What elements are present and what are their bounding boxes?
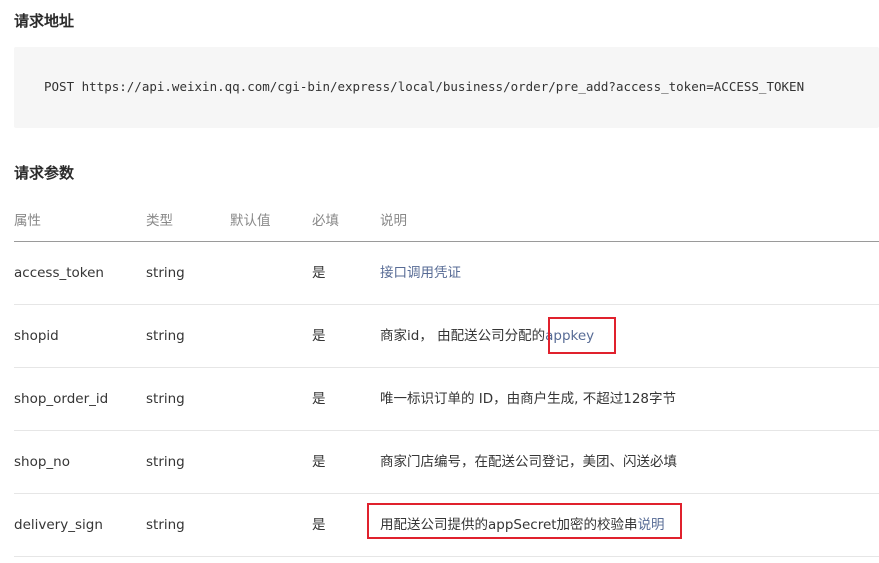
param-description-text: 用配送公司提供的appSecret加密的校验串: [380, 517, 638, 533]
table-row: shopid string 是 商家id， 由配送公司分配的appkey: [14, 305, 879, 368]
param-required: 是: [312, 328, 326, 344]
request-address-heading: 请求地址: [14, 12, 75, 30]
header-name: 属性: [14, 213, 41, 229]
param-name: shop_no: [14, 454, 70, 470]
param-type: string: [146, 328, 185, 344]
table-row: access_token string 是 接口调用凭证: [14, 242, 879, 305]
header-description: 说明: [380, 213, 407, 229]
param-description: 商家id， 由配送公司分配的appkey: [380, 326, 594, 346]
header-required: 必填: [312, 213, 339, 229]
header-default: 默认值: [230, 213, 271, 229]
param-required: 是: [312, 391, 326, 407]
param-description-link[interactable]: 接口调用凭证: [380, 263, 461, 283]
request-url-text: POST https://api.weixin.qq.com/cgi-bin/e…: [44, 79, 805, 94]
param-type: string: [146, 391, 185, 407]
param-name: delivery_sign: [14, 517, 103, 533]
param-type: string: [146, 265, 185, 281]
param-required: 是: [312, 454, 326, 470]
table-row: shop_no string 是 商家门店编号，在配送公司登记，美团、闪送必填: [14, 431, 879, 494]
param-required: 是: [312, 517, 326, 533]
header-type: 类型: [146, 213, 173, 229]
table-row: delivery_sign string 是 用配送公司提供的appSecret…: [14, 494, 879, 557]
signature-explain-link[interactable]: 说明: [638, 517, 665, 533]
params-table-header: 属性 类型 默认值 必填 说明: [14, 200, 879, 242]
param-type: string: [146, 517, 185, 533]
appkey-link[interactable]: appkey: [545, 328, 594, 344]
table-row: shop_order_id string 是 唯一标识订单的 ID，由商户生成,…: [14, 368, 879, 431]
param-description: 唯一标识订单的 ID，由商户生成, 不超过128字节: [380, 391, 677, 407]
param-name: shop_order_id: [14, 391, 109, 407]
param-name: access_token: [14, 265, 104, 281]
param-description-text: 商家id， 由配送公司分配的: [380, 328, 546, 344]
param-type: string: [146, 454, 185, 470]
params-table: 属性 类型 默认值 必填 说明 access_token string 是 接口…: [14, 200, 879, 557]
api-doc-page: 请求地址 POST https://api.weixin.qq.com/cgi-…: [0, 0, 879, 563]
param-description: 商家门店编号，在配送公司登记，美团、闪送必填: [380, 454, 677, 470]
request-url-code-block: POST https://api.weixin.qq.com/cgi-bin/e…: [14, 47, 879, 128]
param-description: 用配送公司提供的appSecret加密的校验串说明: [380, 515, 665, 535]
param-name: shopid: [14, 328, 59, 344]
param-required: 是: [312, 265, 326, 281]
request-params-heading: 请求参数: [14, 164, 75, 182]
